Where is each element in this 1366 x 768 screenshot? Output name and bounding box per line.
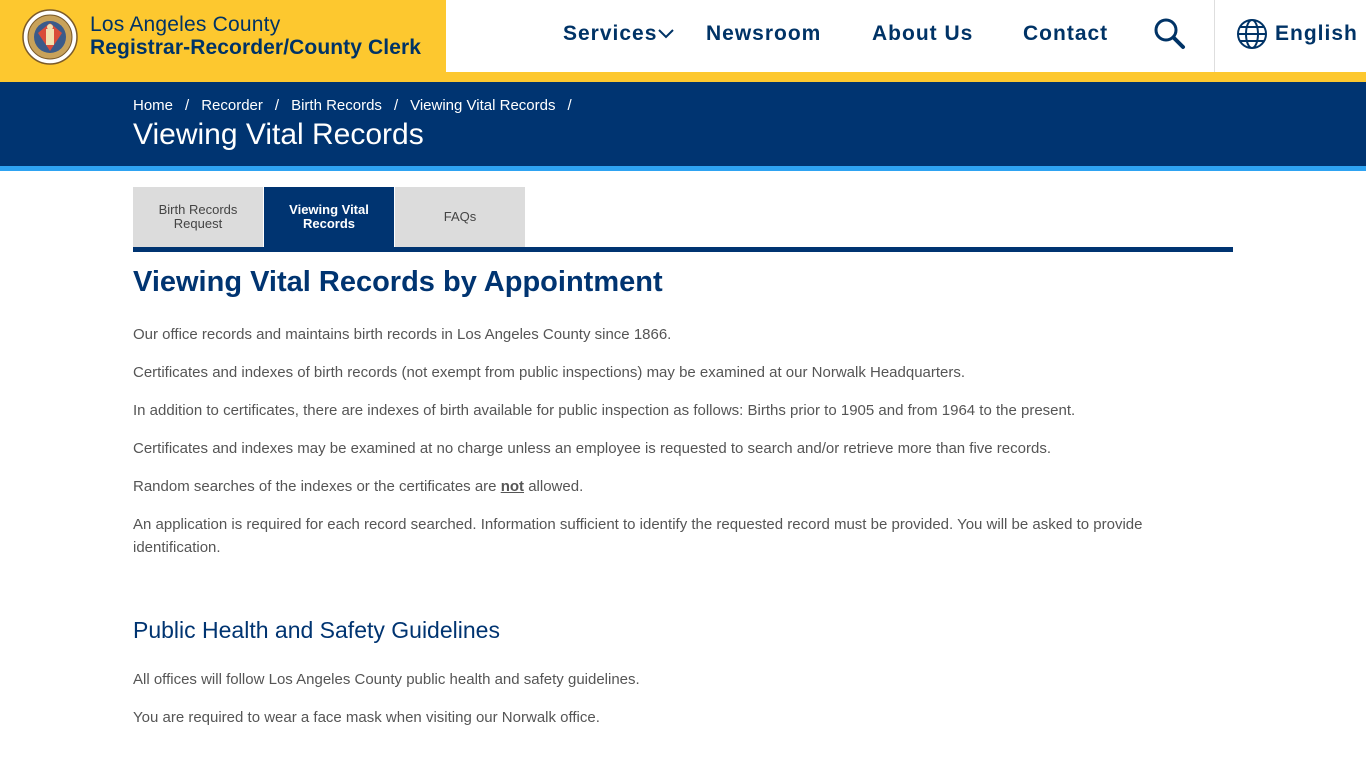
emphasis-not: not <box>500 478 525 495</box>
paragraph: In addition to certificates, there are i… <box>133 402 1076 419</box>
breadcrumb-home[interactable]: Home <box>133 97 173 114</box>
header-divider <box>1214 0 1215 72</box>
brand-block[interactable]: Los Angeles County Registrar-Recorder/Co… <box>0 0 446 72</box>
tab-label: Records <box>302 216 356 231</box>
section-heading: Public Health and Safety Guidelines <box>133 617 500 643</box>
paragraph: Certificates and indexes may be examined… <box>133 440 1051 457</box>
tab-label: Birth Records <box>158 202 238 217</box>
brand-county-name: Los Angeles County <box>90 13 281 36</box>
breadcrumb-recorder[interactable]: Recorder <box>201 97 263 114</box>
breadcrumb-birth-records[interactable]: Birth Records <box>291 97 382 114</box>
breadcrumb: Home / Recorder / Birth Records / Viewing Vita… <box>133 97 572 114</box>
tab-label: Viewing Vital <box>289 202 369 217</box>
nav-newsroom[interactable]: Newsroom <box>706 22 821 46</box>
tab-label: Request <box>173 216 223 231</box>
page-title: Viewing Vital Records <box>133 118 424 151</box>
paragraph: Random searches of the indexes or the ce… <box>133 475 1223 498</box>
tab-label: FAQs <box>443 209 477 224</box>
content-heading: Viewing Vital Records by Appointment <box>133 266 663 298</box>
paragraph: Certificates and indexes of birth record… <box>133 364 966 381</box>
tab-underline <box>133 247 1233 252</box>
paragraph: An application is required for each reco… <box>133 516 1143 556</box>
search-icon[interactable] <box>1152 16 1188 52</box>
tab-viewing-vital-records[interactable]: Viewing Vital Records <box>264 187 394 247</box>
brand-department-name: Registrar-Recorder/County Clerk <box>90 36 422 59</box>
paragraph-text: Random searches of the indexes or the ce… <box>133 478 501 495</box>
breadcrumb-viewing-vital-records[interactable]: Viewing Vital Records <box>410 97 555 114</box>
nav-contact[interactable]: Contact <box>1023 22 1108 46</box>
tab-birth-records-request[interactable]: Birth Records Request <box>133 187 263 247</box>
paragraph: Our office records and maintains birth r… <box>133 326 672 343</box>
banner-stripe <box>0 166 1366 171</box>
site-header: Los Angeles County Registrar-Recorder/Co… <box>0 0 1366 82</box>
county-seal-logo <box>22 9 78 65</box>
brand-underline <box>0 72 446 82</box>
header-gold-strip <box>446 72 1366 82</box>
paragraph: You are required to wear a face mask whe… <box>133 709 600 726</box>
language-selector[interactable]: English <box>1275 22 1358 46</box>
chevron-down-icon[interactable] <box>657 27 675 41</box>
globe-icon[interactable] <box>1236 18 1268 50</box>
paragraph: All offices will follow Los Angeles Coun… <box>133 671 640 688</box>
nav-services[interactable]: Services <box>563 22 657 46</box>
nav-about-us[interactable]: About Us <box>872 22 973 46</box>
tab-faqs[interactable]: FAQs <box>395 187 525 247</box>
paragraph-text: allowed. <box>524 478 584 495</box>
